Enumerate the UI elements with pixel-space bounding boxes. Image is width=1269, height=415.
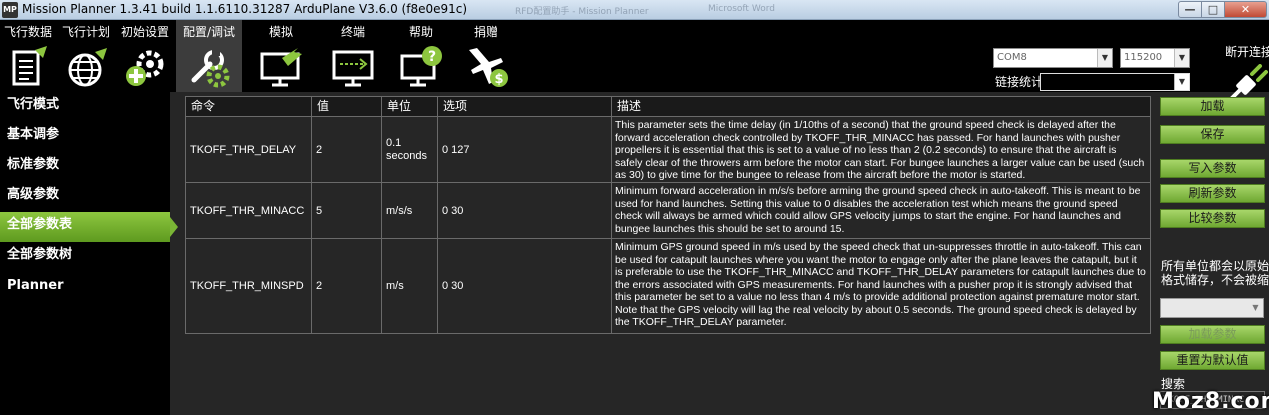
toolbar-initial-setup[interactable]: 初始设置 (116, 20, 174, 92)
param-file-select[interactable]: ▼ (1160, 298, 1264, 318)
close-window-button[interactable]: ✕ (1224, 1, 1267, 18)
sidebar-item-full-param-tree[interactable]: 全部参数树 (0, 242, 170, 272)
toolbar-config-tuning[interactable]: 配置/调试 (176, 20, 242, 92)
sidebar-item-standard-params[interactable]: 标准参数 (0, 152, 170, 182)
param-unit: m/s/s (382, 183, 438, 238)
column-header-value[interactable]: 值 (312, 97, 382, 117)
param-name: TKOFF_THR_MINACC (186, 183, 312, 238)
simulation-monitor-icon (260, 48, 302, 87)
link-stats-link[interactable]: 链接统计 (995, 73, 1043, 90)
toolbar-flight-data[interactable]: 飞行数据 (0, 20, 56, 92)
toolbar-label: 飞行计划 (61, 25, 110, 39)
compare-params-button[interactable]: 比较参数 (1160, 209, 1265, 228)
maximize-button[interactable]: □ (1201, 1, 1225, 18)
column-header-unit[interactable]: 单位 (382, 97, 438, 117)
minimize-button[interactable]: — (1178, 1, 1202, 18)
load-button[interactable]: 加载 (1160, 97, 1265, 116)
toolbar-label: 终端 (340, 25, 365, 39)
donate-plane-icon: $ (469, 48, 508, 87)
toolbar-terminal[interactable]: 终端 (320, 20, 386, 92)
write-params-button[interactable]: 写入参数 (1160, 159, 1265, 178)
param-value[interactable]: 2 (312, 239, 382, 333)
chevron-down-icon[interactable]: ▼ (1174, 49, 1189, 67)
param-unit: 0.1 seconds (382, 117, 438, 182)
link-stats-select[interactable]: ▼ (1040, 73, 1190, 91)
param-description: Minimum GPS ground speed in m/s used by … (615, 241, 1146, 328)
sidebar-item-advanced-params[interactable]: 高级参数 (0, 182, 170, 212)
config-tuning-icon (191, 48, 230, 88)
com-port-value: COM8 (997, 52, 1027, 63)
param-options: 0 30 (438, 183, 612, 238)
sidebar-item-full-param-list[interactable]: 全部参数表 (0, 212, 178, 242)
help-monitor-icon: ? (400, 46, 442, 87)
selected-arrow-icon (170, 217, 178, 237)
toolbar-label: 飞行数据 (3, 25, 52, 39)
reset-default-button[interactable]: 重置为默认值 (1160, 351, 1265, 370)
param-options: 0 30 (438, 239, 612, 333)
toolbar-flight-plan[interactable]: 飞行计划 (58, 20, 114, 92)
param-value[interactable]: 2 (312, 117, 382, 182)
column-header-options[interactable]: 选项 (438, 97, 612, 117)
table-row[interactable]: TKOFF_THR_MINACC 5 m/s/s 0 30 Minimum fo… (186, 183, 1150, 239)
chevron-down-icon[interactable]: ▼ (1174, 74, 1189, 90)
background-window-title-2: Microsoft Word (708, 4, 775, 14)
sidebar: 飞行模式 基本调参 标准参数 高级参数 全部参数表 全部参数树 Planner (0, 92, 178, 415)
sidebar-item-flight-modes[interactable]: 飞行模式 (0, 92, 170, 122)
window-title: Mission Planner 1.3.41 build 1.1.6110.31… (22, 2, 468, 16)
refresh-params-button[interactable]: 刷新参数 (1160, 184, 1265, 203)
units-note-line1: 所有单位都会以原始 (1161, 259, 1269, 273)
toolbar-donate[interactable]: 捐赠 $ (456, 20, 516, 92)
param-options: 0 127 (438, 117, 612, 182)
param-table: 命令 值 单位 选项 描述 TKOFF_THR_DELAY 2 0.1 seco… (185, 96, 1151, 334)
toolbar-label: 捐赠 (473, 25, 498, 39)
param-value[interactable]: 5 (312, 183, 382, 238)
initial-setup-icon (126, 50, 164, 86)
toolbar-label: 帮助 (408, 25, 433, 39)
svg-text:$: $ (494, 72, 503, 87)
toolbar-label: 初始设置 (120, 25, 169, 39)
chevron-down-icon[interactable]: ▼ (1248, 299, 1263, 317)
toolbar-label: 配置/调试 (182, 25, 236, 39)
param-description: Minimum forward acceleration in m/s/s be… (615, 185, 1141, 235)
app-logo-icon: MP (2, 2, 18, 18)
load-params-button[interactable]: 加载参数 (1160, 325, 1265, 344)
background-window-title: RFD配置助手 - Mission Planner (515, 7, 649, 17)
disconnect-label: 断开连接 (1225, 45, 1269, 59)
save-button[interactable]: 保存 (1160, 125, 1265, 144)
param-name: TKOFF_THR_MINSPD (186, 239, 312, 333)
terminal-monitor-icon (332, 50, 374, 87)
com-port-select[interactable]: COM8 ▼ (993, 48, 1113, 68)
baud-rate-select[interactable]: 115200 ▼ (1120, 48, 1190, 68)
sidebar-item-basic-tuning[interactable]: 基本调参 (0, 122, 170, 152)
param-name: TKOFF_THR_DELAY (186, 117, 312, 182)
sidebar-item-label: 全部参数表 (7, 217, 73, 232)
toolbar-label: 模拟 (268, 25, 293, 39)
main-toolbar: 飞行数据 飞行计划 初始设置 配置/调试 模拟 终端 帮助 ? 捐赠 $ COM… (0, 20, 1269, 102)
toolbar-simulation[interactable]: 模拟 (248, 20, 314, 92)
param-description: This parameter sets the time delay (in 1… (615, 119, 1145, 181)
watermark-logo: Moz8.com (1152, 389, 1269, 414)
toolbar-help[interactable]: 帮助 ? (392, 20, 450, 92)
flight-data-icon (12, 46, 47, 86)
table-row[interactable]: TKOFF_THR_MINSPD 2 m/s 0 30 Minimum GPS … (186, 239, 1150, 333)
table-row[interactable]: TKOFF_THR_DELAY 2 0.1 seconds 0 127 This… (186, 117, 1150, 183)
column-header-description[interactable]: 描述 (612, 97, 1150, 117)
units-note-line2: 格式储存，不会被缩 (1161, 273, 1269, 287)
units-note: 所有单位都会以原始 格式储存，不会被缩 (1161, 259, 1269, 287)
sidebar-item-planner[interactable]: Planner (0, 273, 170, 303)
baud-rate-value: 115200 (1124, 52, 1163, 63)
chevron-down-icon[interactable]: ▼ (1097, 49, 1112, 67)
svg-text:?: ? (428, 49, 436, 65)
flight-plan-globe-icon (68, 48, 107, 87)
column-header-command[interactable]: 命令 (186, 97, 312, 117)
param-unit: m/s (382, 239, 438, 333)
title-bar: MP Mission Planner 1.3.41 build 1.1.6110… (0, 0, 1269, 20)
